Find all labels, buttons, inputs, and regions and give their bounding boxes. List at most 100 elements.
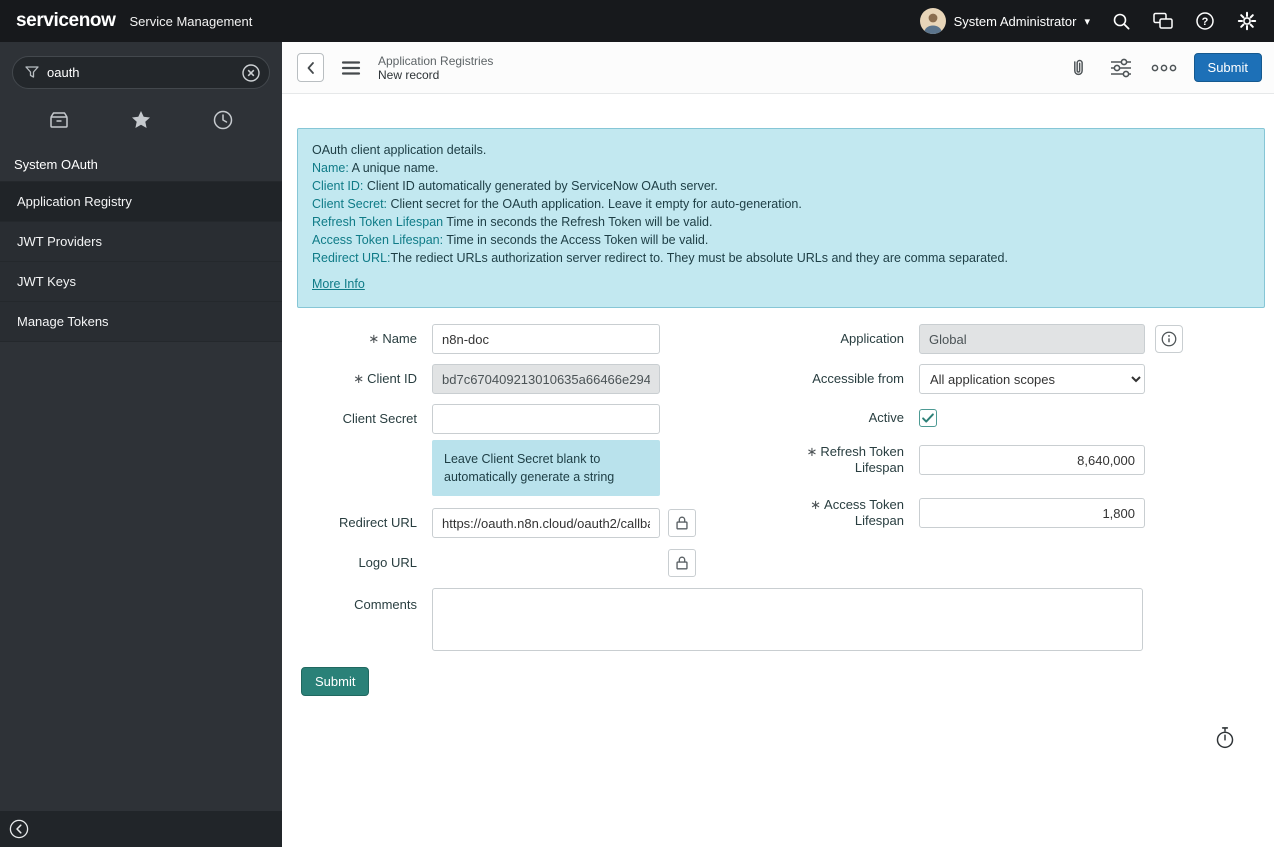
help-icon[interactable]: ?: [1194, 10, 1216, 32]
required-icon: ∗: [353, 371, 364, 386]
active-checkbox[interactable]: [919, 409, 937, 427]
nav-section-system-oauth: System OAuth: [0, 146, 282, 181]
user-menu[interactable]: System Administrator ▾: [920, 8, 1090, 34]
form-title: Application Registries New record: [378, 54, 493, 82]
sidebar-item-application-registry[interactable]: Application Registry: [0, 182, 282, 222]
clear-filter-icon[interactable]: [241, 63, 261, 86]
form-column-right: Application Accessible from All applicat…: [769, 324, 1189, 539]
more-info-link[interactable]: More Info: [312, 275, 365, 293]
paperclip-icon[interactable]: [1065, 56, 1091, 80]
required-icon: ∗: [807, 444, 818, 459]
connect-chat-icon[interactable]: [1152, 10, 1174, 32]
navigator-tabs: [0, 91, 282, 146]
checkmark-icon: [920, 410, 936, 426]
sidebar-footer: [0, 811, 282, 847]
banner-right: System Administrator ▾ ?: [920, 8, 1258, 34]
chevron-down-icon: ▾: [1084, 15, 1090, 28]
access-token-lifespan-label: ∗Access Token Lifespan: [769, 497, 904, 529]
record-title: New record: [378, 68, 493, 82]
sidebar-item-label: Application Registry: [17, 194, 132, 209]
client-secret-hint: Leave Client Secret blank to automatical…: [432, 440, 660, 496]
sidebar-item-manage-tokens[interactable]: Manage Tokens: [0, 302, 282, 342]
servicenow-app: servicenow Service Management System Adm…: [0, 0, 1274, 847]
sidebar-item-jwt-keys[interactable]: JWT Keys: [0, 262, 282, 302]
name-input[interactable]: [432, 324, 660, 354]
redirect-url-label: Redirect URL: [297, 515, 417, 531]
record-form: ∗Name ∗Client ID Client Secret: [297, 324, 1265, 753]
client-secret-label: Client Secret: [297, 411, 417, 427]
accessible-from-select[interactable]: All application scopes: [919, 364, 1145, 394]
main-panel: Application Registries New record Submit: [282, 42, 1274, 847]
info-line: Redirect URL:The rediect URLs authorizat…: [312, 249, 1250, 267]
form-header-actions: Submit: [1065, 53, 1262, 82]
info-line: Refresh Token Lifespan Time in seconds t…: [312, 213, 1250, 231]
funnel-icon: [24, 64, 40, 83]
info-line: Access Token Lifespan: Time in seconds t…: [312, 231, 1250, 249]
navigator-filter-input[interactable]: [12, 56, 270, 89]
form-content: OAuth client application details. Name: …: [282, 94, 1274, 847]
info-line: Name: A unique name.: [312, 159, 1250, 177]
lock-icon: [673, 554, 691, 572]
back-button[interactable]: [297, 53, 324, 82]
accessible-from-label: Accessible from: [769, 371, 904, 387]
client-secret-input[interactable]: [432, 404, 660, 434]
info-circle-icon: [1160, 330, 1178, 348]
refresh-token-lifespan-label: ∗Refresh Token Lifespan: [769, 444, 904, 476]
application-field-row: Application: [769, 324, 1189, 354]
product-name: Service Management: [130, 14, 253, 29]
info-line: Client ID: Client ID automatically gener…: [312, 177, 1250, 195]
form-columns: ∗Name ∗Client ID Client Secret: [297, 324, 1265, 588]
top-banner: servicenow Service Management System Adm…: [0, 0, 1274, 42]
client-id-label: ∗Client ID: [297, 371, 417, 387]
avatar: [920, 8, 946, 34]
search-icon[interactable]: [1110, 10, 1132, 32]
required-icon: ∗: [810, 497, 821, 512]
name-field-row: ∗Name: [297, 324, 697, 354]
collapse-navigator-icon[interactable]: [7, 817, 31, 841]
more-options-icon[interactable]: [1151, 56, 1177, 80]
client-id-input[interactable]: [432, 364, 660, 394]
sidebar-item-label: JWT Providers: [17, 234, 102, 249]
access-token-lifespan-input[interactable]: [919, 498, 1145, 528]
application-info-button[interactable]: [1155, 325, 1183, 353]
sidebar-item-label: Manage Tokens: [17, 314, 109, 329]
form-header-bar: Application Registries New record Submit: [282, 42, 1274, 94]
user-name: System Administrator: [954, 14, 1077, 29]
submit-button-footer[interactable]: Submit: [301, 667, 369, 696]
logo-url-field-row: Logo URL: [297, 548, 697, 578]
form-context-menu-icon[interactable]: [339, 58, 363, 78]
nav-items: Application Registry JWT Providers JWT K…: [0, 181, 282, 342]
info-line: OAuth client application details.: [312, 141, 1250, 159]
redirect-url-input[interactable]: [432, 508, 660, 538]
personalize-form-sliders-icon[interactable]: [1108, 56, 1134, 80]
redirect-url-field-row: Redirect URL: [297, 508, 697, 538]
navigator-filter: [12, 56, 270, 89]
sidebar-item-jwt-providers[interactable]: JWT Providers: [0, 222, 282, 262]
logo-url-label: Logo URL: [297, 555, 417, 571]
submit-button-header[interactable]: Submit: [1194, 53, 1262, 82]
lock-icon: [673, 514, 691, 532]
application-input[interactable]: [919, 324, 1145, 354]
comments-field-row: Comments: [297, 588, 1265, 651]
refresh-token-lifespan-input[interactable]: [919, 445, 1145, 475]
logo-url-lock-button[interactable]: [668, 549, 696, 577]
form-column-left: ∗Name ∗Client ID Client Secret: [297, 324, 697, 588]
gear-icon[interactable]: [1236, 10, 1258, 32]
access-token-lifespan-field-row: ∗Access Token Lifespan: [769, 497, 1189, 529]
name-label: ∗Name: [297, 331, 417, 347]
history-clock-icon[interactable]: [209, 107, 237, 133]
required-icon: ∗: [368, 331, 379, 346]
response-time-icon[interactable]: [1213, 726, 1237, 750]
client-secret-field-row: Client Secret: [297, 404, 697, 434]
active-label: Active: [769, 410, 904, 426]
refresh-token-lifespan-field-row: ∗Refresh Token Lifespan: [769, 444, 1189, 476]
sidebar-item-label: JWT Keys: [17, 274, 76, 289]
favorites-star-icon[interactable]: [127, 107, 155, 133]
oauth-info-message: OAuth client application details. Name: …: [297, 128, 1265, 308]
accessible-from-field-row: Accessible from All application scopes: [769, 364, 1189, 394]
all-applications-icon[interactable]: [45, 107, 73, 133]
timing-row: [297, 726, 1237, 753]
comments-textarea[interactable]: [432, 588, 1143, 651]
redirect-url-lock-button[interactable]: [668, 509, 696, 537]
application-label: Application: [769, 331, 904, 347]
